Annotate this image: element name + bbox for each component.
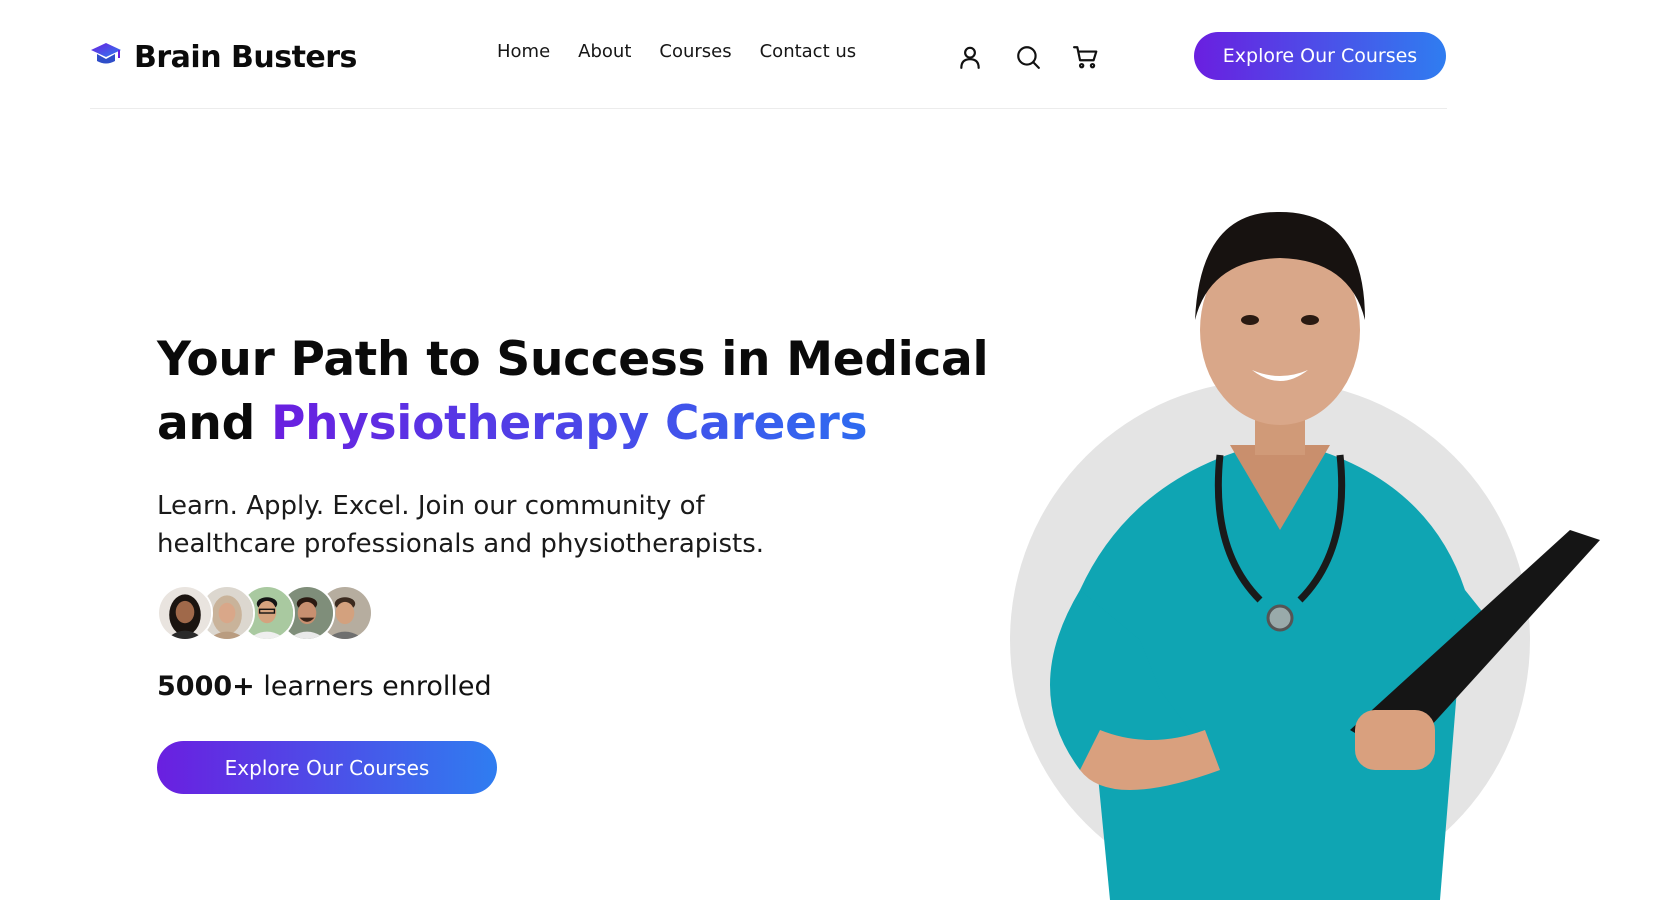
nav-home[interactable]: Home <box>497 41 550 62</box>
hero-title-accent: Physiotherapy Careers <box>270 396 868 451</box>
learners-enrolled: 5000+ learners enrolled <box>157 671 492 702</box>
hero-subtitle: Learn. Apply. Excel. Join our community … <box>157 491 765 559</box>
learners-count: 5000+ <box>157 671 255 702</box>
hero-title-prefix: and <box>157 396 271 451</box>
hero-nurse-image <box>960 170 1600 904</box>
hero-title-line1: Your Path to Success in Medical <box>157 332 989 387</box>
header-icons <box>957 44 1099 70</box>
search-icon[interactable] <box>1015 44 1041 70</box>
user-icon[interactable] <box>957 44 983 70</box>
nav-contact[interactable]: Contact us <box>760 41 857 62</box>
header-explore-courses-button[interactable]: Explore Our Courses <box>1194 32 1446 80</box>
hero-title: Your Path to Success in Medical and Phys… <box>157 328 997 456</box>
nav-courses[interactable]: Courses <box>659 41 731 62</box>
brand-name: Brain Busters <box>134 40 357 75</box>
learners-label: learners enrolled <box>254 671 492 702</box>
cart-icon[interactable] <box>1073 44 1099 70</box>
hero-explore-courses-button[interactable]: Explore Our Courses <box>157 741 497 794</box>
main-nav: Home About Courses Contact us <box>497 41 856 62</box>
site-header: Brain Busters Home About Courses Contact… <box>90 0 1447 109</box>
learner-avatars <box>157 585 397 641</box>
graduation-cap-icon <box>90 41 122 74</box>
nav-about[interactable]: About <box>578 41 631 62</box>
brand-logo[interactable]: Brain Busters <box>90 40 357 75</box>
avatar <box>157 585 213 641</box>
